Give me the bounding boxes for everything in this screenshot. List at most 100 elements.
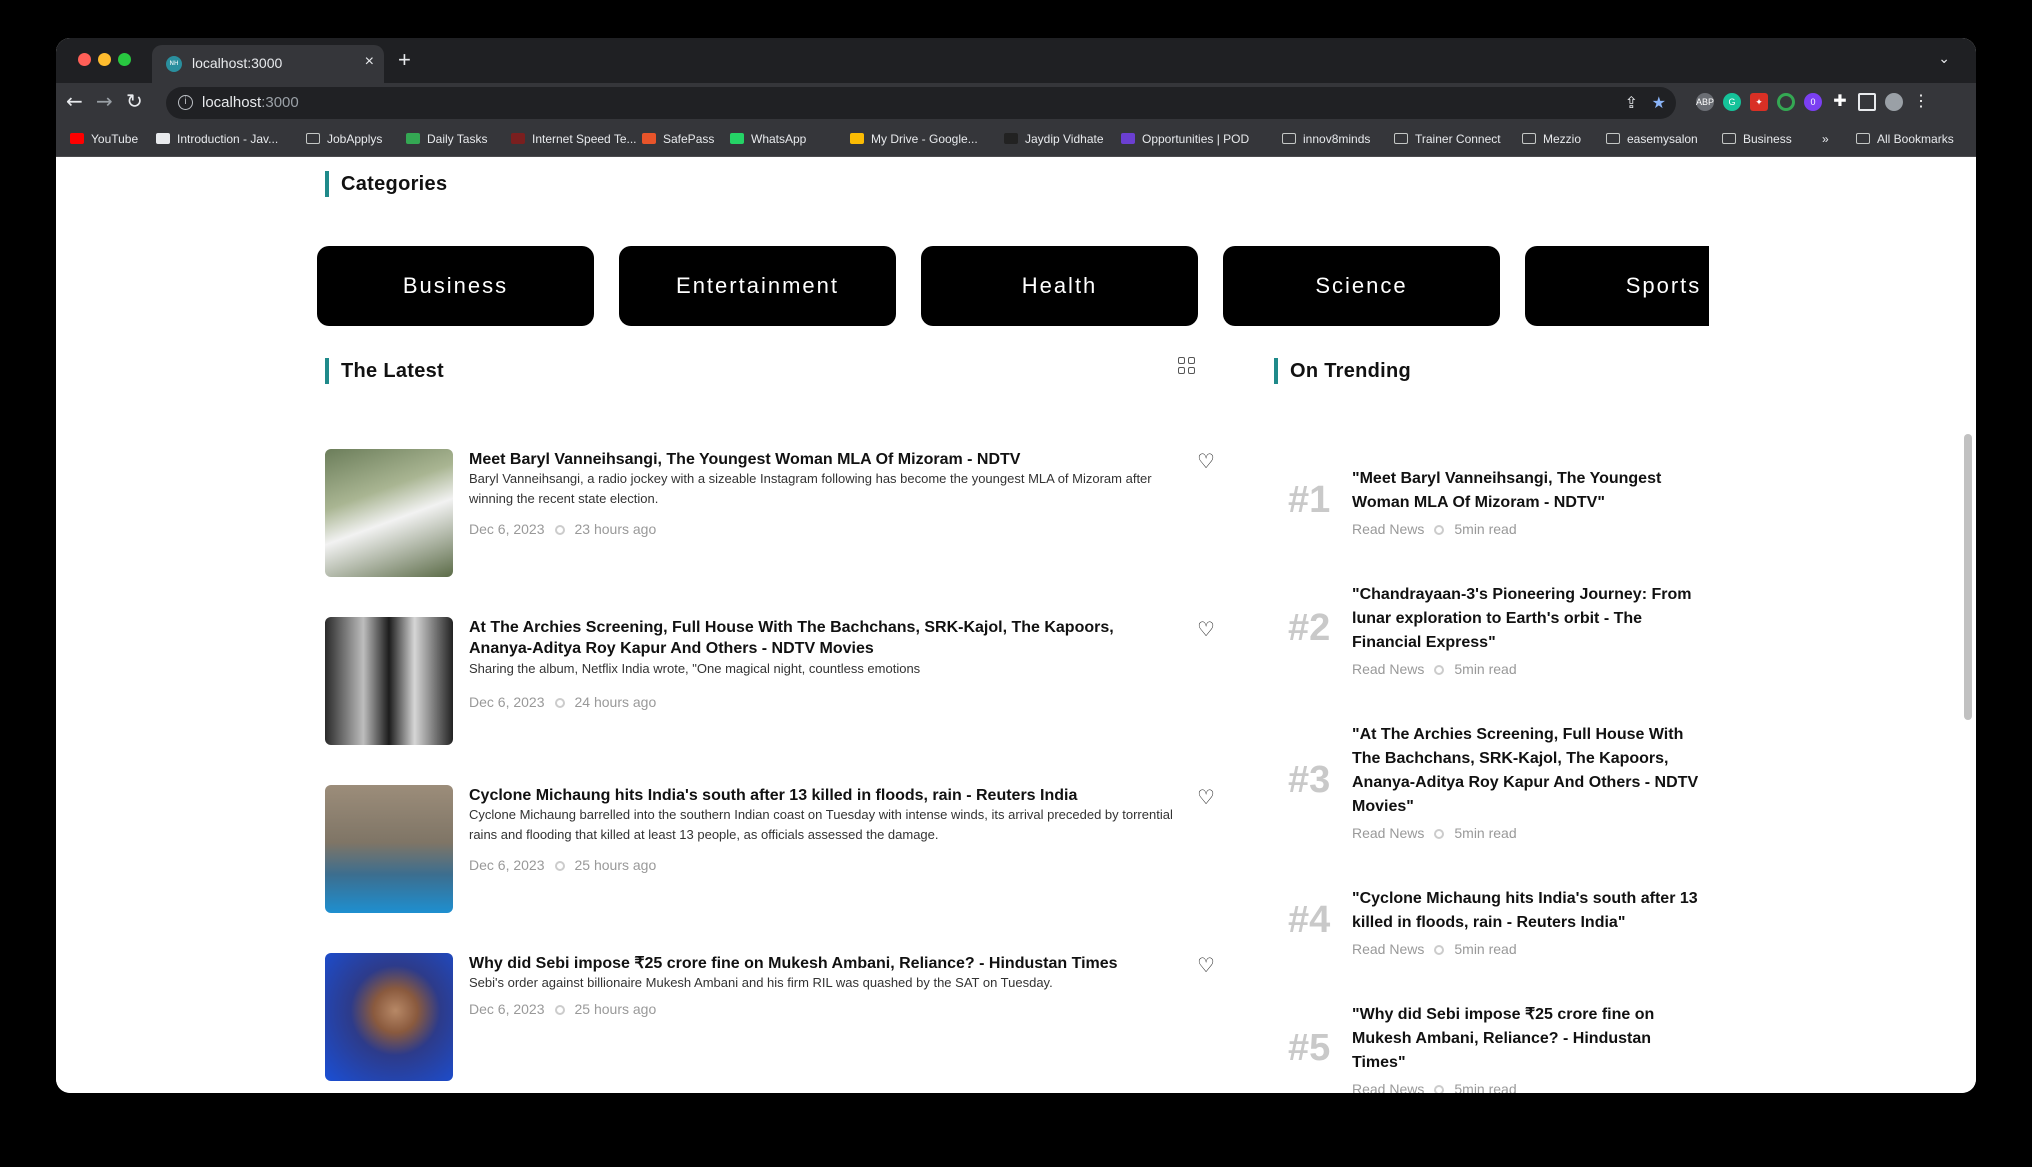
extension-red-icon[interactable]: ✦ — [1750, 93, 1768, 111]
adblock-extension-icon[interactable]: ABP — [1696, 93, 1714, 111]
favorite-heart-icon[interactable]: ♡ — [1197, 617, 1215, 641]
bookmark-star-icon[interactable]: ★ — [1652, 93, 1666, 113]
grammarly-extension-icon[interactable]: G — [1723, 93, 1741, 111]
grid-view-icon[interactable] — [1178, 357, 1196, 375]
folder-icon — [1606, 133, 1620, 144]
article-time-ago: 25 hours ago — [574, 1001, 657, 1017]
bookmark-item[interactable]: WhatsApp — [730, 132, 806, 146]
article-thumbnail[interactable] — [325, 953, 453, 1081]
shield-icon — [642, 133, 656, 144]
tab-search-chevron-icon[interactable]: ⌄ — [1938, 50, 1950, 67]
bookmark-item[interactable]: Internet Speed Te... — [511, 132, 637, 146]
article-card[interactable]: Cyclone Michaung hits India's south afte… — [325, 785, 1229, 915]
reload-icon[interactable]: ↻ — [126, 89, 143, 113]
article-description: Sebi's order against billionaire Mukesh … — [469, 975, 1053, 990]
article-thumbnail[interactable] — [325, 617, 453, 745]
back-arrow-icon[interactable]: ← — [66, 89, 83, 113]
read-news-link[interactable]: Read News — [1352, 661, 1424, 677]
bookmark-item[interactable]: Business — [1722, 132, 1792, 146]
profile-avatar-icon[interactable] — [1885, 93, 1903, 111]
folder-icon — [1856, 133, 1870, 144]
category-card-sports[interactable]: Sports — [1525, 246, 1709, 326]
bookmark-item[interactable]: Introduction - Jav... — [156, 132, 278, 146]
favorite-heart-icon[interactable]: ♡ — [1197, 785, 1215, 809]
page-scrollbar[interactable] — [1964, 434, 1972, 720]
forward-arrow-icon[interactable]: → — [96, 89, 113, 113]
trending-title[interactable]: "Chandrayaan-3's Pioneering Journey: Fro… — [1352, 583, 1702, 655]
bookmark-label: Trainer Connect — [1415, 132, 1501, 146]
trending-title[interactable]: "Meet Baryl Vanneihsangi, The Youngest W… — [1352, 467, 1702, 515]
bookmark-item[interactable]: Trainer Connect — [1394, 132, 1501, 146]
category-card-business[interactable]: Business — [317, 246, 594, 326]
article-title[interactable]: At The Archies Screening, Full House Wit… — [469, 617, 1169, 659]
share-icon[interactable]: ⇪ — [1625, 93, 1638, 113]
bookmark-item[interactable]: JobApplys — [306, 132, 382, 146]
article-meta: Dec 6, 2023 25 hours ago — [469, 1001, 656, 1017]
category-card-science[interactable]: Science — [1223, 246, 1500, 326]
read-news-link[interactable]: Read News — [1352, 1081, 1424, 1093]
bookmark-label: innov8minds — [1303, 132, 1371, 146]
extension-purple-icon[interactable]: 0 — [1804, 93, 1822, 111]
article-title[interactable]: Meet Baryl Vanneihsangi, The Youngest Wo… — [469, 449, 1169, 470]
more-menu-icon[interactable]: ⋮ — [1912, 93, 1930, 111]
read-time: 5min read — [1454, 661, 1517, 677]
bookmark-item[interactable]: Mezzio — [1522, 132, 1581, 146]
read-news-link[interactable]: Read News — [1352, 941, 1424, 957]
read-news-link[interactable]: Read News — [1352, 521, 1424, 537]
article-time-ago: 24 hours ago — [574, 694, 657, 710]
minimize-window-button[interactable] — [98, 53, 111, 66]
bookmark-item[interactable]: easemysalon — [1606, 132, 1698, 146]
trending-title[interactable]: "Cyclone Michaung hits India's south aft… — [1352, 887, 1702, 935]
maximize-window-button[interactable] — [118, 53, 131, 66]
trending-rank: #4 — [1288, 899, 1331, 941]
extension-green-ring-icon[interactable] — [1777, 93, 1795, 111]
trending-rank: #5 — [1288, 1027, 1331, 1069]
trending-title[interactable]: "Why did Sebi impose ₹25 crore fine on M… — [1352, 1003, 1702, 1075]
article-thumbnail[interactable] — [325, 449, 453, 577]
bookmark-item[interactable]: My Drive - Google... — [850, 132, 978, 146]
article-title[interactable]: Cyclone Michaung hits India's south afte… — [469, 785, 1169, 806]
side-panel-icon[interactable] — [1858, 93, 1876, 111]
page-content: Categories Business Entertainment Health Sc… — [56, 157, 1976, 1093]
drive-icon — [850, 133, 864, 144]
bookmark-label: Mezzio — [1543, 132, 1582, 146]
categories-carousel[interactable]: Business Entertainment Health Science Sports — [317, 246, 1709, 328]
article-card[interactable]: At The Archies Screening, Full House Wit… — [325, 617, 1229, 747]
close-window-button[interactable] — [78, 53, 91, 66]
bookmark-item[interactable]: Jaydip Vidhate — [1004, 132, 1104, 146]
read-news-link[interactable]: Read News — [1352, 825, 1424, 841]
tab-close-icon[interactable]: × — [365, 53, 374, 71]
url-text[interactable]: localhost:3000 — [202, 94, 299, 111]
category-card-health[interactable]: Health — [921, 246, 1198, 326]
all-bookmarks-button[interactable]: All Bookmarks — [1856, 132, 1954, 146]
trending-meta: Read News 5min read — [1352, 661, 1517, 677]
browser-tab[interactable]: NH localhost:3000 × — [152, 45, 384, 83]
bookmarks-overflow-button[interactable]: » — [1822, 132, 1829, 146]
favorite-heart-icon[interactable]: ♡ — [1197, 953, 1215, 977]
article-title[interactable]: Why did Sebi impose ₹25 crore fine on Mu… — [469, 953, 1169, 974]
favorite-heart-icon[interactable]: ♡ — [1197, 449, 1215, 473]
separator-dot-icon — [1434, 829, 1445, 839]
article-thumbnail[interactable] — [325, 785, 453, 913]
drive-icon — [406, 133, 420, 144]
m-logo-icon — [156, 133, 170, 144]
bookmark-item[interactable]: YouTube — [70, 132, 138, 146]
extensions-puzzle-icon[interactable]: ✚ — [1831, 93, 1849, 111]
bookmark-item[interactable]: innov8minds — [1282, 132, 1370, 146]
article-date: Dec 6, 2023 — [469, 694, 545, 710]
article-card[interactable]: Meet Baryl Vanneihsangi, The Youngest Wo… — [325, 449, 1229, 579]
bookmark-item[interactable]: Daily Tasks — [406, 132, 487, 146]
read-time: 5min read — [1454, 1081, 1517, 1093]
address-bar[interactable]: i localhost:3000 ⇪ ★ — [166, 87, 1676, 119]
new-tab-plus-icon[interactable]: + — [398, 47, 411, 73]
trending-title[interactable]: "At The Archies Screening, Full House Wi… — [1352, 723, 1702, 819]
article-description: Baryl Vanneihsangi, a radio jockey with … — [469, 471, 1152, 506]
category-card-entertainment[interactable]: Entertainment — [619, 246, 896, 326]
bookmark-item[interactable]: SafePass — [642, 132, 714, 146]
youtube-icon — [70, 133, 84, 144]
article-card[interactable]: Why did Sebi impose ₹25 crore fine on Mu… — [325, 953, 1229, 1083]
site-info-icon[interactable]: i — [178, 95, 193, 110]
trending-heading: On Trending — [1274, 358, 1411, 384]
bookmark-item[interactable]: Opportunities | POD — [1121, 132, 1249, 146]
bookmark-label: Daily Tasks — [427, 132, 488, 146]
